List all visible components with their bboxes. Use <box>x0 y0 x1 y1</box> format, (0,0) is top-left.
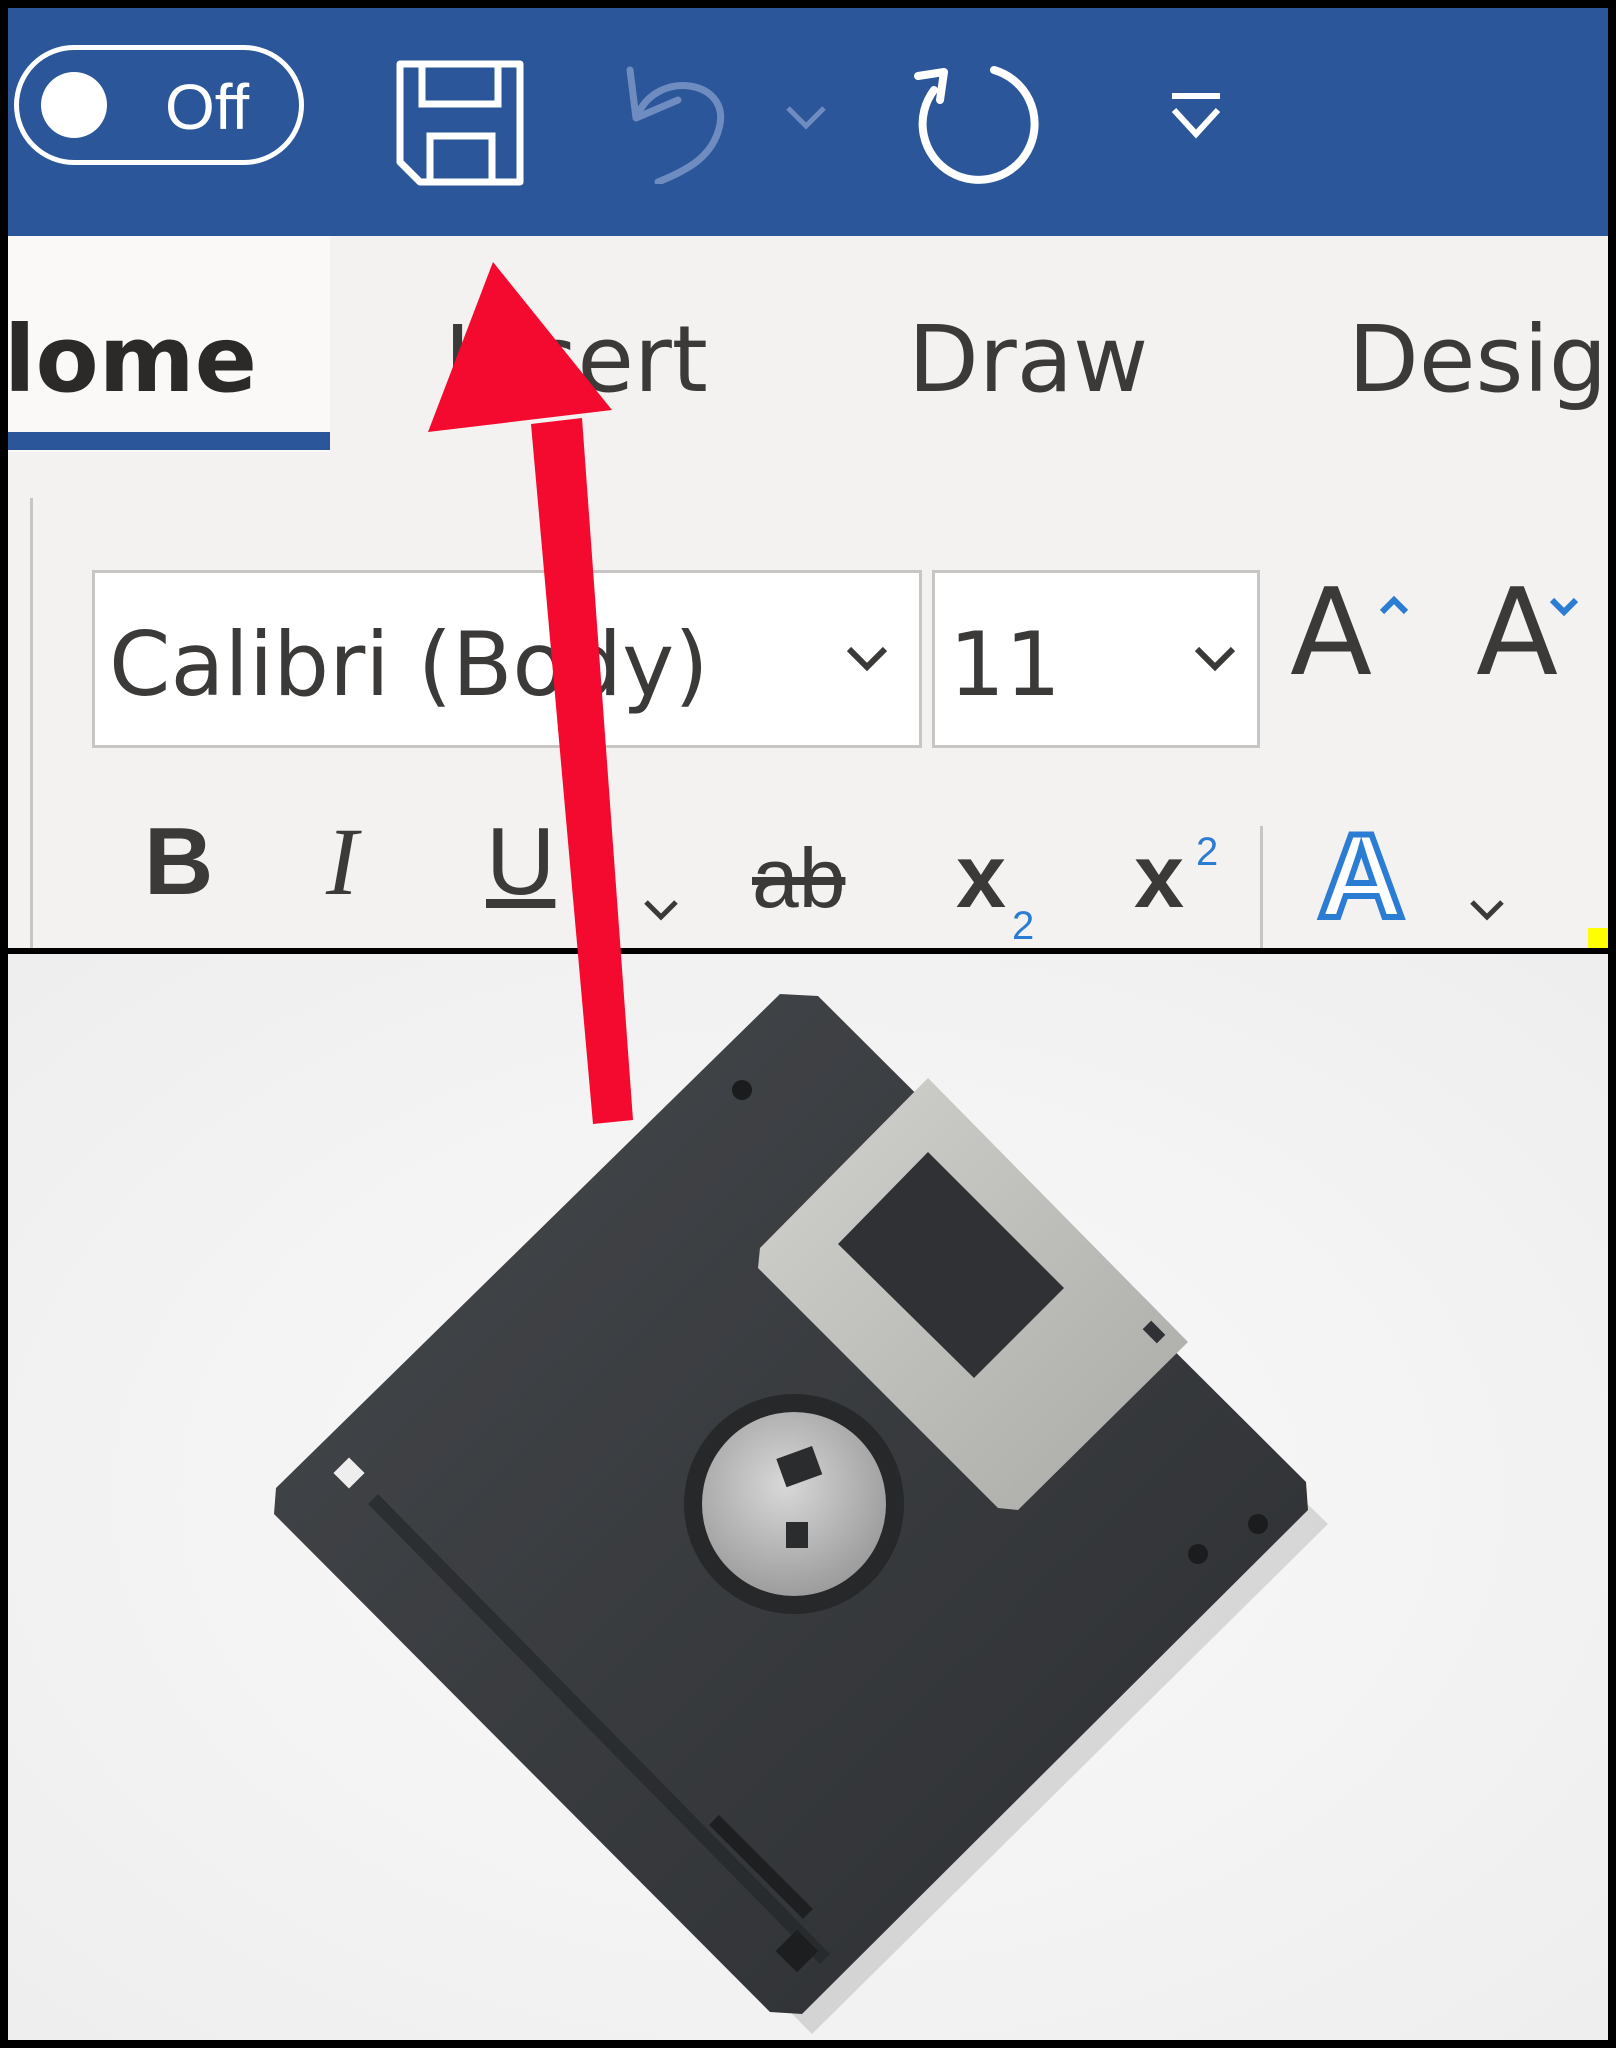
underline-button[interactable]: U <box>486 814 555 910</box>
floppy-disk-photo <box>8 954 1608 2040</box>
shrink-font-button[interactable]: A <box>1476 574 1558 694</box>
undo-icon[interactable] <box>618 60 748 184</box>
ribbon-tabs: lome Insert Draw Design <box>8 236 1608 466</box>
word-ui-crop: Off lome Insert Draw Desig Calibri (Body… <box>8 8 1608 948</box>
floppy-disk-icon <box>8 954 1608 2040</box>
font-size-combobox[interactable]: 11 <box>932 570 1260 748</box>
quick-access-toolbar: Off <box>8 8 1608 236</box>
grow-caret-icon <box>1379 595 1409 615</box>
font-name-combobox[interactable]: Calibri (Body) <box>92 570 922 748</box>
shrink-caret-icon <box>1549 597 1579 617</box>
undo-dropdown-icon[interactable] <box>784 104 828 132</box>
save-icon[interactable] <box>394 58 528 188</box>
toggle-knob <box>41 72 107 138</box>
strikethrough-button[interactable]: ab <box>752 836 845 920</box>
text-effects-dropdown-icon[interactable] <box>1468 898 1506 924</box>
italic-button[interactable]: I <box>326 814 358 910</box>
underline-dropdown-icon[interactable] <box>642 898 680 924</box>
text-effects-button[interactable]: A <box>1315 813 1408 939</box>
tab-design[interactable]: Design <box>1348 306 1608 413</box>
tab-insert[interactable]: Insert <box>444 306 708 413</box>
font-size-value: 11 <box>949 613 1061 716</box>
bold-button[interactable]: B <box>144 814 213 910</box>
tab-draw[interactable]: Draw <box>908 306 1148 413</box>
autosave-state-label: Off <box>165 71 250 143</box>
superscript-button[interactable]: x <box>1134 832 1184 922</box>
redo-icon[interactable] <box>904 60 1040 190</box>
superscript-mark: 2 <box>1196 830 1219 874</box>
highlight-color-swatch[interactable] <box>1588 928 1608 948</box>
grow-font-button[interactable]: A <box>1290 574 1372 694</box>
chevron-down-icon[interactable] <box>845 643 889 673</box>
group-separator <box>30 498 33 948</box>
active-tab-indicator <box>8 432 330 450</box>
image-frame: Off lome Insert Draw Desig Calibri (Body… <box>8 8 1608 2040</box>
group-separator <box>1260 826 1263 948</box>
subscript-button[interactable]: x <box>956 832 1006 922</box>
autosave-toggle[interactable]: Off <box>14 45 304 165</box>
font-name-value: Calibri (Body) <box>109 613 709 716</box>
chevron-down-icon[interactable] <box>1193 643 1237 673</box>
home-ribbon: Calibri (Body) 11 A A B I U ab x 2 x 2 A <box>8 466 1608 948</box>
customize-toolbar-icon[interactable] <box>1168 90 1224 142</box>
tab-home[interactable]: lome <box>8 306 257 413</box>
subscript-mark: 2 <box>1012 904 1035 948</box>
